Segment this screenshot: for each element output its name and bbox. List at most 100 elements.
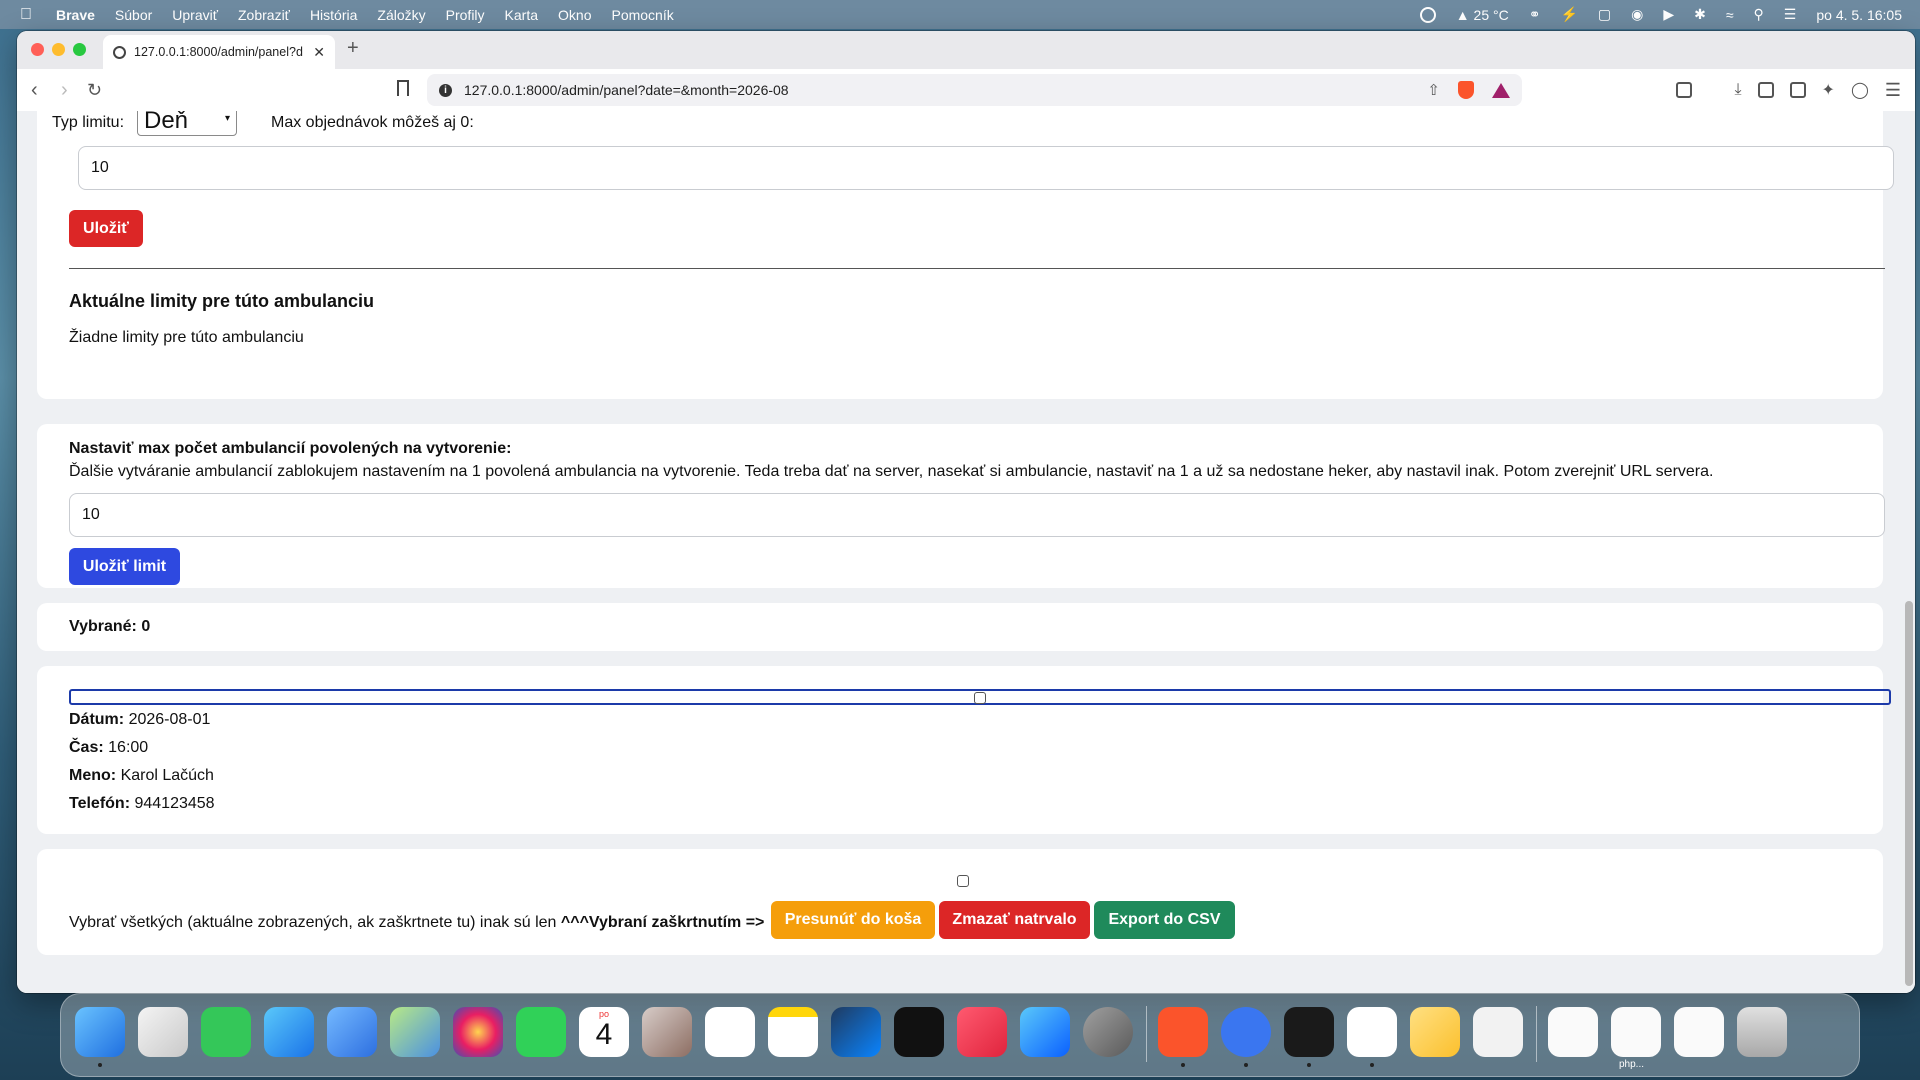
downloads-icon[interactable]: ⤓ bbox=[1734, 81, 1741, 99]
menu-item-file[interactable]: Súbor bbox=[115, 7, 152, 23]
save-limit-button[interactable]: Uložiť bbox=[69, 210, 143, 247]
documents-stack-icon[interactable] bbox=[1548, 1007, 1598, 1057]
php-window-thumbnail[interactable]: php... bbox=[1611, 1007, 1661, 1070]
menu-item-bookmarks[interactable]: Záložky bbox=[377, 7, 425, 23]
toolbar-actions: ⤓ ✦ ◯ ☰ bbox=[1676, 69, 1901, 111]
bookmark-icon[interactable] bbox=[397, 80, 409, 96]
system-settings-icon[interactable] bbox=[1083, 1007, 1133, 1057]
tab-admin-panel[interactable]: 127.0.0.1:8000/admin/panel?d ✕ bbox=[103, 35, 335, 69]
menu-item-help[interactable]: Pomocník bbox=[611, 7, 673, 23]
delete-permanently-button[interactable]: Zmazať natrvalo bbox=[939, 901, 1090, 939]
address-bar-actions: ⇧ bbox=[1427, 74, 1510, 106]
contacts-icon[interactable] bbox=[642, 1007, 692, 1057]
ambulance-limit-heading: Nastaviť max počet ambulancií povolených… bbox=[69, 440, 512, 457]
reload-icon[interactable]: ↻ bbox=[87, 69, 102, 111]
brave-shields-icon[interactable] bbox=[1458, 81, 1474, 99]
status-menus: ▲ 25 °C ⚭ ⚡ ▢ ◉ ▶ ✱ ≈ ⚲ ☰ po 4. 5. 16:05 bbox=[1419, 0, 1902, 29]
ambulance-limit-input[interactable]: 10 bbox=[69, 493, 1885, 537]
apple-icon[interactable]:  bbox=[20, 6, 32, 24]
reader-mode-icon[interactable] bbox=[1676, 82, 1693, 98]
mail-icon[interactable] bbox=[327, 1007, 377, 1057]
freeform-icon[interactable] bbox=[831, 1007, 881, 1057]
site-info-icon[interactable]: i bbox=[439, 83, 452, 97]
airdrop-icon[interactable]: ◉ bbox=[1631, 6, 1643, 23]
export-csv-button[interactable]: Export do CSV bbox=[1094, 901, 1235, 939]
facetime-icon[interactable] bbox=[516, 1007, 566, 1057]
clock[interactable]: po 4. 5. 16:05 bbox=[1816, 7, 1902, 23]
music-icon[interactable] bbox=[957, 1007, 1007, 1057]
file-icon[interactable] bbox=[1473, 1007, 1523, 1057]
back-icon[interactable]: ‹ bbox=[31, 69, 38, 111]
menu-item-edit[interactable]: Upraviť bbox=[172, 7, 218, 23]
bluetooth-icon[interactable]: ✱ bbox=[1694, 6, 1706, 23]
cyberduck-icon[interactable] bbox=[1410, 1007, 1460, 1057]
weather-indicator[interactable]: ▲ 25 °C bbox=[1456, 7, 1509, 23]
chevron-down-icon: ▾ bbox=[224, 113, 230, 124]
terminal-icon[interactable] bbox=[1284, 1007, 1334, 1057]
notes-icon[interactable] bbox=[768, 1007, 818, 1057]
menu-app-name[interactable]: Brave bbox=[56, 7, 95, 23]
brave-browser-icon[interactable] bbox=[1158, 1007, 1208, 1057]
tab-title: 127.0.0.1:8000/admin/panel?d bbox=[134, 45, 303, 59]
booking-phone-label: Telefón: bbox=[69, 795, 131, 812]
url-text[interactable]: 127.0.0.1:8000/admin/panel?date=&month=2… bbox=[464, 82, 789, 98]
sidebar-icon[interactable] bbox=[1757, 82, 1774, 98]
spotlight-search-icon[interactable]: ⚲ bbox=[1754, 6, 1764, 23]
selected-count: Vybrané: 0 bbox=[69, 618, 151, 635]
minimize-window-button[interactable] bbox=[52, 43, 65, 56]
zoom-window-button[interactable] bbox=[73, 43, 86, 56]
window-controls bbox=[31, 43, 86, 56]
wallet-icon[interactable] bbox=[1789, 82, 1806, 98]
signal-icon[interactable] bbox=[1221, 1007, 1271, 1057]
photos-icon[interactable] bbox=[453, 1007, 503, 1057]
accessibility-icon[interactable] bbox=[1419, 6, 1436, 23]
booking-date-row: Dátum: 2026-08-01 bbox=[69, 711, 210, 729]
brave-rewards-icon[interactable] bbox=[1492, 82, 1510, 98]
forward-icon[interactable]: › bbox=[61, 69, 68, 111]
vpn-shield-icon[interactable]: ◯ bbox=[1851, 80, 1869, 100]
app-store-icon[interactable] bbox=[1020, 1007, 1070, 1057]
calendar-icon[interactable]: po 4 bbox=[579, 1007, 629, 1057]
page-scrollbar[interactable] bbox=[1905, 601, 1913, 986]
messages-icon[interactable] bbox=[201, 1007, 251, 1057]
maps-icon[interactable] bbox=[390, 1007, 440, 1057]
new-tab-button[interactable]: + bbox=[347, 37, 359, 60]
finder-icon[interactable] bbox=[75, 1007, 125, 1057]
move-to-trash-button[interactable]: Presunúť do koša bbox=[771, 901, 935, 939]
select-all-checkbox[interactable] bbox=[957, 875, 969, 887]
headphones-icon[interactable]: ⚭ bbox=[1529, 6, 1541, 23]
leo-ai-icon[interactable]: ✦ bbox=[1822, 80, 1835, 100]
browser-window-thumbnail[interactable] bbox=[1674, 1007, 1724, 1057]
control-center-icon[interactable]: ☰ bbox=[1784, 6, 1797, 23]
share-icon[interactable]: ⇧ bbox=[1427, 81, 1440, 99]
menu-item-view[interactable]: Zobraziť bbox=[238, 7, 290, 23]
main-menu-icon[interactable]: ☰ bbox=[1885, 80, 1901, 101]
trash-icon[interactable] bbox=[1737, 1007, 1787, 1057]
textedit-icon[interactable] bbox=[1347, 1007, 1397, 1057]
menu-item-window[interactable]: Okno bbox=[558, 7, 591, 23]
close-window-button[interactable] bbox=[31, 43, 44, 56]
launchpad-icon[interactable] bbox=[138, 1007, 188, 1057]
play-icon[interactable]: ▶ bbox=[1663, 6, 1674, 23]
browser-window: 127.0.0.1:8000/admin/panel?d ✕ + ‹ › ↻ i… bbox=[17, 31, 1915, 993]
wifi-icon[interactable]: ≈ bbox=[1726, 7, 1734, 23]
limit-type-select[interactable]: Deň ▾ bbox=[137, 111, 237, 136]
max-orders-input[interactable]: 10 bbox=[78, 146, 1894, 190]
menu-item-profiles[interactable]: Profily bbox=[446, 7, 485, 23]
address-bar[interactable]: i 127.0.0.1:8000/admin/panel?date=&month… bbox=[427, 74, 1522, 106]
menu-item-tab[interactable]: Karta bbox=[505, 7, 538, 23]
booking-phone-row: Telefón: 944123458 bbox=[69, 795, 215, 813]
weather-temp: 25 °C bbox=[1473, 6, 1509, 23]
display-icon[interactable]: ▢ bbox=[1598, 6, 1611, 23]
select-all-text: Vybrať všetkých (aktuálne zobrazených, a… bbox=[69, 914, 764, 932]
menu-item-history[interactable]: História bbox=[310, 7, 357, 23]
apple-tv-icon[interactable] bbox=[894, 1007, 944, 1057]
close-tab-icon[interactable]: ✕ bbox=[313, 44, 325, 61]
reminders-icon[interactable] bbox=[705, 1007, 755, 1057]
safari-icon[interactable] bbox=[264, 1007, 314, 1057]
save-ambulance-limit-button[interactable]: Uložiť limit bbox=[69, 548, 180, 585]
limit-settings-card: Typ limitu: Deň ▾ Max objednávok môžeš a… bbox=[37, 111, 1894, 399]
booking-select-checkbox[interactable] bbox=[974, 692, 986, 704]
booking-select-checkbox-wrapper[interactable] bbox=[69, 689, 1891, 705]
battery-bolt-icon[interactable]: ⚡ bbox=[1560, 6, 1577, 23]
